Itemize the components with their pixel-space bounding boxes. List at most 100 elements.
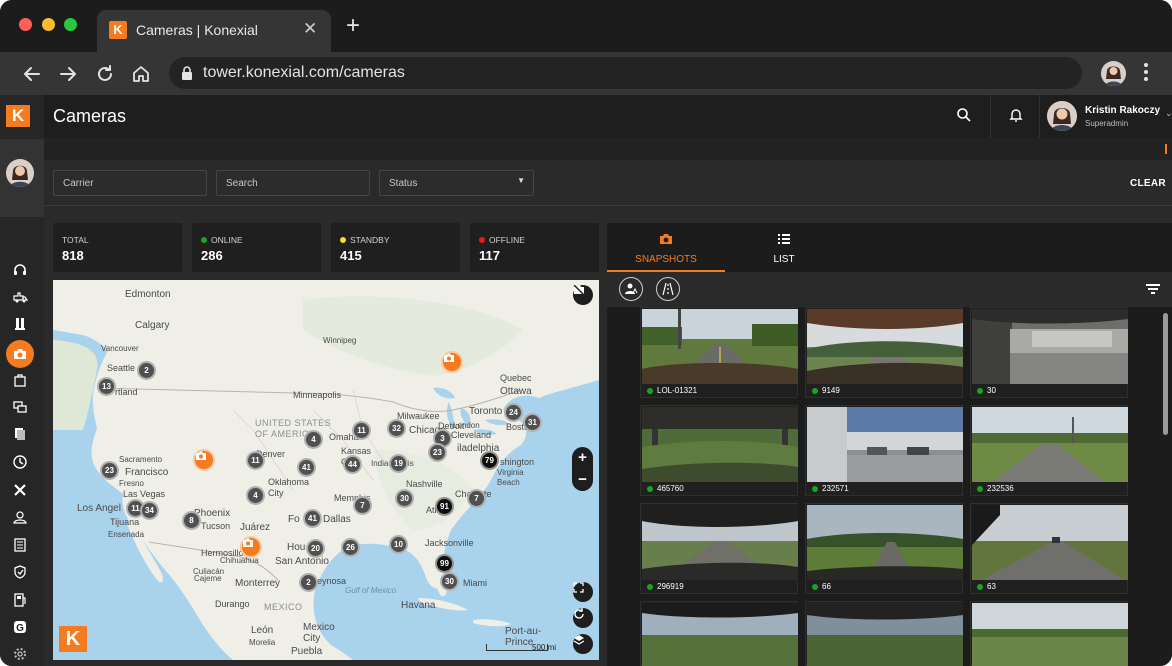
fuel-icon[interactable] [11, 315, 29, 333]
driver-icon[interactable] [11, 508, 29, 526]
snapshot-card[interactable]: 9149 [805, 307, 963, 398]
clock-icon[interactable] [11, 453, 29, 471]
snapshot-card[interactable]: 30 [970, 307, 1128, 398]
hide-cameras-icon[interactable] [573, 285, 593, 305]
map-cluster[interactable]: 34 [140, 501, 159, 520]
bag-icon[interactable] [11, 371, 29, 389]
tools-icon[interactable] [11, 481, 29, 499]
truck-icon[interactable] [11, 288, 29, 306]
map-cluster[interactable]: 4 [246, 486, 265, 505]
map-cluster[interactable]: 4 [304, 430, 323, 449]
kebab-menu-icon[interactable] [1143, 62, 1149, 82]
map-cluster[interactable]: 24 [504, 403, 523, 422]
map-cluster[interactable]: 41 [303, 509, 322, 528]
avatar[interactable] [1047, 101, 1077, 131]
browser-tab[interactable]: K Cameras | Konexial ✕ [97, 10, 331, 52]
reload-icon[interactable] [94, 63, 116, 85]
map-cluster[interactable]: 7 [467, 489, 486, 508]
map-cluster[interactable]: 11 [352, 421, 371, 440]
carrier-field[interactable]: Carrier [53, 170, 207, 196]
map-cluster[interactable]: 79 [480, 451, 499, 470]
snapshot-card[interactable] [640, 601, 798, 666]
map-cluster[interactable]: 30 [395, 489, 414, 508]
status-select[interactable]: Status ▼ [379, 170, 534, 196]
home-icon[interactable] [130, 63, 152, 85]
snapshot-card[interactable]: 465760 [640, 405, 798, 496]
gauge-icon[interactable]: G [11, 618, 29, 636]
map-cluster[interactable]: 2 [137, 361, 156, 380]
headset-icon[interactable] [11, 261, 29, 279]
snapshot-card[interactable]: 232536 [970, 405, 1128, 496]
search-icon[interactable] [956, 107, 972, 128]
new-tab-icon[interactable]: + [346, 14, 360, 38]
tab-list[interactable]: LIST [725, 223, 843, 272]
snapshot-card[interactable]: 232571 [805, 405, 963, 496]
map-cluster[interactable]: 19 [389, 454, 408, 473]
snapshot-card[interactable]: 63 [970, 503, 1128, 594]
fullscreen-icon[interactable] [573, 582, 593, 602]
map-cluster[interactable]: 20 [306, 539, 325, 558]
map-label: Miami [463, 578, 487, 588]
map-cluster[interactable]: 30 [440, 572, 459, 591]
logbook-icon[interactable] [11, 536, 29, 554]
camera-icon[interactable] [6, 340, 34, 368]
address-bar[interactable]: tower.konexial.com/cameras [169, 57, 1082, 89]
snapshot-card[interactable]: 66 [805, 503, 963, 594]
chat-icon[interactable] [11, 398, 29, 416]
zoom-in-button[interactable]: + [572, 447, 593, 469]
clear-button[interactable]: CLEAR [1130, 178, 1166, 189]
zoom-out-button[interactable]: − [572, 469, 593, 491]
camera-pin[interactable] [193, 449, 215, 471]
close-window-button[interactable] [19, 18, 32, 31]
snapshot-card[interactable] [805, 601, 963, 666]
map-cluster[interactable]: 41 [297, 458, 316, 477]
user-name[interactable]: Kristin Rakoczy [1085, 105, 1160, 116]
map-cluster[interactable]: 11 [246, 451, 265, 470]
konexial-logo[interactable]: K [6, 105, 30, 127]
back-icon[interactable] [21, 63, 43, 85]
bell-icon[interactable] [1008, 107, 1024, 128]
map-cluster[interactable]: 13 [97, 377, 116, 396]
map-cluster[interactable]: 91 [435, 497, 454, 516]
snapshot-card[interactable]: LOL-01321 [640, 307, 798, 398]
map-cluster[interactable]: 7 [353, 496, 372, 515]
refresh-icon[interactable] [573, 608, 593, 628]
snapshot-label: LOL-01321 [657, 386, 698, 395]
map-cluster[interactable]: 31 [523, 413, 542, 432]
chevron-down-icon[interactable]: ⌄ [1165, 108, 1172, 119]
map-cluster[interactable]: 23 [428, 443, 447, 462]
avatar[interactable] [6, 159, 34, 187]
snapshot-card[interactable]: 296919 [640, 503, 798, 594]
layers-icon[interactable] [573, 634, 593, 654]
filter-icon[interactable] [1145, 282, 1161, 301]
camera-pin[interactable] [441, 351, 463, 373]
map-label: San Antonio [275, 556, 329, 567]
road-filter-icon[interactable] [656, 277, 680, 301]
minimize-window-button[interactable] [42, 18, 55, 31]
map-cluster[interactable]: 99 [435, 554, 454, 573]
map-cluster[interactable]: 2 [299, 573, 318, 592]
snapshot-scrollbar[interactable] [1163, 313, 1168, 435]
driver-filter-icon[interactable] [619, 277, 643, 301]
map-cluster[interactable]: 32 [387, 419, 406, 438]
forward-icon[interactable] [57, 63, 79, 85]
snapshot-card[interactable] [970, 601, 1128, 666]
search-input[interactable]: Search [216, 170, 370, 196]
profile-avatar[interactable] [1101, 61, 1126, 86]
shield-icon[interactable] [11, 563, 29, 581]
map-cluster[interactable]: 44 [343, 455, 362, 474]
fuel-receipt-icon[interactable] [11, 591, 29, 609]
camera-map[interactable]: Edmonton Calgary Vancouver Seattle rtlan… [53, 280, 599, 660]
map-cluster[interactable]: 26 [341, 538, 360, 557]
tab-snapshots[interactable]: SNAPSHOTS [607, 223, 725, 272]
settings-icon[interactable] [11, 645, 29, 663]
tab-close-icon[interactable]: ✕ [303, 19, 317, 39]
camera-pin[interactable] [240, 536, 262, 558]
search-placeholder: Search [226, 178, 258, 189]
maximize-window-button[interactable] [64, 18, 77, 31]
map-label: Mexico City [303, 622, 335, 644]
map-cluster[interactable]: 23 [100, 461, 119, 480]
documents-icon[interactable] [11, 425, 29, 443]
map-cluster[interactable]: 8 [182, 511, 201, 530]
map-cluster[interactable]: 10 [389, 535, 408, 554]
